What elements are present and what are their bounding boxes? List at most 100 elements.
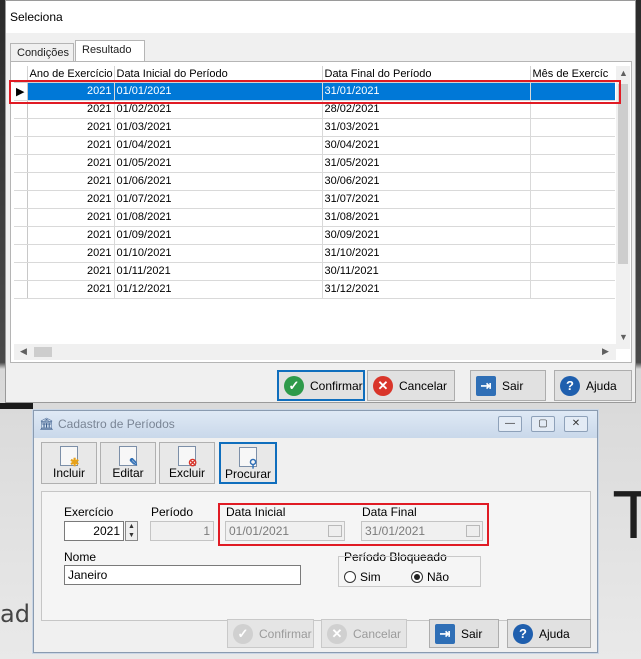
cell-data-final[interactable]: 30/11/2021 xyxy=(322,262,531,281)
cell-mes[interactable]: 11 xyxy=(530,262,615,281)
table-row[interactable]: 202101/05/202131/05/20215 xyxy=(14,154,615,173)
exercicio-field[interactable]: 2021 xyxy=(64,521,124,541)
sair-label: Sair xyxy=(461,626,483,641)
table-row[interactable]: 202101/11/202130/11/202111 xyxy=(14,262,615,281)
cell-data-inicial[interactable]: 01/09/2021 xyxy=(114,226,323,245)
periodo-field[interactable]: 1 xyxy=(150,521,214,541)
cell-mes[interactable]: 12 xyxy=(530,280,615,299)
results-grid[interactable]: Ano de Exercício Data Inicial do Período… xyxy=(14,66,615,349)
minimize-button[interactable]: — xyxy=(498,416,522,432)
horizontal-scrollbar[interactable]: ◀ ▶ xyxy=(14,344,616,360)
confirmar-button[interactable]: ✓ Confirmar xyxy=(277,370,365,401)
cell-ano[interactable]: 2021 xyxy=(27,226,115,245)
sair-label: Sair xyxy=(502,378,524,393)
cell-ano[interactable]: 2021 xyxy=(27,154,115,173)
cell-data-inicial[interactable]: 01/03/2021 xyxy=(114,118,323,137)
check-icon: ✓ xyxy=(284,375,304,396)
ajuda-button[interactable]: ? Ajuda xyxy=(554,370,632,401)
cell-data-final[interactable]: 30/06/2021 xyxy=(322,172,531,191)
horizontal-scroll-thumb[interactable] xyxy=(34,347,52,357)
incluir-button[interactable]: ✱ Incluir xyxy=(41,442,97,484)
table-row[interactable]: 202101/08/202131/08/20218 xyxy=(14,208,615,227)
cell-data-inicial[interactable]: 01/05/2021 xyxy=(114,154,323,173)
ajuda-button[interactable]: ? Ajuda xyxy=(507,619,591,648)
nao-radio[interactable] xyxy=(411,571,423,583)
table-row[interactable]: 202101/03/202131/03/20213 xyxy=(14,118,615,137)
cell-mes[interactable]: 3 xyxy=(530,118,615,137)
dialog-title: Seleciona xyxy=(6,1,635,33)
tab-resultado[interactable]: Resultado xyxy=(75,40,145,62)
table-row[interactable]: 202101/06/202130/06/20216 xyxy=(14,172,615,191)
procurar-button[interactable]: ⚲ Procurar xyxy=(219,442,277,484)
sair-button[interactable]: ⇥ Sair xyxy=(429,619,499,648)
table-row[interactable]: 202101/12/202131/12/202112 xyxy=(14,280,615,299)
cell-data-inicial[interactable]: 01/12/2021 xyxy=(114,280,323,299)
cell-mes[interactable]: 6 xyxy=(530,172,615,191)
nome-field[interactable]: Janeiro xyxy=(64,565,301,585)
exercicio-spinner[interactable]: ▲ ▼ xyxy=(125,521,138,541)
sim-radio[interactable] xyxy=(344,571,356,583)
scroll-down-icon[interactable]: ▼ xyxy=(619,332,628,342)
cell-data-final[interactable]: 30/09/2021 xyxy=(322,226,531,245)
confirmar-label: Confirmar xyxy=(310,378,363,393)
cell-data-final[interactable]: 30/04/2021 xyxy=(322,136,531,155)
building-icon: 🏛 xyxy=(39,417,55,431)
cancel-icon: ✕ xyxy=(327,623,347,644)
cell-data-inicial[interactable]: 01/11/2021 xyxy=(114,262,323,281)
dialog1-button-bar: ✓ Confirmar ✕ Cancelar ⇥ Sair ? Ajuda xyxy=(6,368,635,404)
row-indicator xyxy=(14,136,28,155)
scroll-up-icon[interactable]: ▲ xyxy=(619,68,628,78)
close-button[interactable]: ✕ xyxy=(564,416,588,432)
row-indicator xyxy=(14,118,28,137)
tab-condicoes[interactable]: Condições xyxy=(10,43,74,62)
scroll-right-icon[interactable]: ▶ xyxy=(602,346,609,357)
cell-data-final[interactable]: 31/07/2021 xyxy=(322,190,531,209)
cell-data-inicial[interactable]: 01/10/2021 xyxy=(114,244,323,263)
table-row[interactable]: 202101/10/202131/10/202110 xyxy=(14,244,615,263)
cell-data-final[interactable]: 31/03/2021 xyxy=(322,118,531,137)
table-row[interactable]: 202101/09/202130/09/20219 xyxy=(14,226,615,245)
cell-mes[interactable]: 10 xyxy=(530,244,615,263)
scroll-left-icon[interactable]: ◀ xyxy=(20,346,27,357)
cancelar-button[interactable]: ✕ Cancelar xyxy=(367,370,455,401)
cell-ano[interactable]: 2021 xyxy=(27,118,115,137)
table-row[interactable]: 202101/07/202131/07/20217 xyxy=(14,190,615,209)
cell-data-final[interactable]: 31/05/2021 xyxy=(322,154,531,173)
star-badge-icon: ✱ xyxy=(70,457,80,469)
cancelar-button-disabled[interactable]: ✕ Cancelar xyxy=(321,619,407,648)
cell-ano[interactable]: 2021 xyxy=(27,190,115,209)
confirmar-button-disabled[interactable]: ✓ Confirmar xyxy=(227,619,314,648)
cell-data-inicial[interactable]: 01/07/2021 xyxy=(114,190,323,209)
cell-mes[interactable]: 9 xyxy=(530,226,615,245)
exit-door-icon: ⇥ xyxy=(476,375,496,396)
cell-data-inicial[interactable]: 01/08/2021 xyxy=(114,208,323,227)
cell-ano[interactable]: 2021 xyxy=(27,244,115,263)
maximize-button[interactable]: ▢ xyxy=(531,416,555,432)
table-row[interactable]: 202101/04/202130/04/20214 xyxy=(14,136,615,155)
cell-mes[interactable]: 8 xyxy=(530,208,615,227)
vertical-scrollbar[interactable]: ▲ ▼ xyxy=(616,66,630,349)
sair-button[interactable]: ⇥ Sair xyxy=(470,370,546,401)
resultado-tab-page: Ano de Exercício Data Inicial do Período… xyxy=(10,61,632,363)
cell-data-final[interactable]: 31/12/2021 xyxy=(322,280,531,299)
row-indicator xyxy=(14,244,28,263)
ajuda-label: Ajuda xyxy=(539,626,570,641)
cell-data-inicial[interactable]: 01/04/2021 xyxy=(114,136,323,155)
vertical-scroll-thumb[interactable] xyxy=(618,84,628,264)
cell-mes[interactable]: 4 xyxy=(530,136,615,155)
excluir-button[interactable]: ⊗ Excluir xyxy=(159,442,215,484)
cell-data-final[interactable]: 31/10/2021 xyxy=(322,244,531,263)
cell-ano[interactable]: 2021 xyxy=(27,208,115,227)
cell-mes[interactable]: 7 xyxy=(530,190,615,209)
cell-data-final[interactable]: 31/08/2021 xyxy=(322,208,531,227)
editar-button[interactable]: ✎ Editar xyxy=(100,442,156,484)
periodo-label: Período xyxy=(151,505,194,519)
cell-ano[interactable]: 2021 xyxy=(27,262,115,281)
cancelar-label: Cancelar xyxy=(353,626,402,641)
cell-ano[interactable]: 2021 xyxy=(27,136,115,155)
cell-ano[interactable]: 2021 xyxy=(27,280,115,299)
cell-ano[interactable]: 2021 xyxy=(27,172,115,191)
magnifier-icon: ⚲ xyxy=(249,458,258,470)
cell-data-inicial[interactable]: 01/06/2021 xyxy=(114,172,323,191)
cell-mes[interactable]: 5 xyxy=(530,154,615,173)
